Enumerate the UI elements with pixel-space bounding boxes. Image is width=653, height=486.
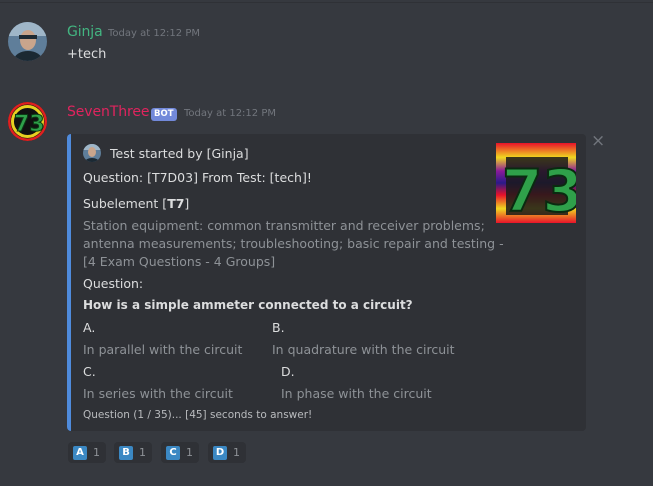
embed-author: Test started by [Ginja] bbox=[110, 146, 249, 161]
username[interactable]: SevenThree bbox=[67, 104, 149, 120]
reaction-c[interactable]: C 1 bbox=[161, 442, 199, 463]
description-line: Station equipment: common transmitter an… bbox=[83, 218, 485, 233]
regional-indicator-b-icon: B bbox=[119, 445, 133, 460]
description-line: [4 Exam Questions - 4 Groups] bbox=[83, 254, 276, 269]
reaction-count: 1 bbox=[233, 446, 240, 459]
top-divider bbox=[0, 2, 653, 3]
reaction-a[interactable]: A 1 bbox=[68, 442, 106, 463]
answer-letter-a: A. bbox=[83, 320, 96, 335]
subelement-close: ] bbox=[184, 196, 190, 211]
question-text: How is a simple ammeter connected to a c… bbox=[83, 298, 413, 312]
answer-text-c: In series with the circuit bbox=[83, 386, 233, 401]
question-label: Question: bbox=[83, 276, 144, 291]
reaction-count: 1 bbox=[139, 446, 146, 459]
bot-badge: BOT bbox=[151, 108, 177, 121]
reaction-count: 1 bbox=[186, 446, 193, 459]
username[interactable]: Ginja bbox=[67, 24, 103, 40]
answer-letter-c: C. bbox=[83, 364, 96, 379]
avatar[interactable] bbox=[8, 22, 47, 61]
subelement-label: Subelement [ bbox=[83, 196, 168, 211]
timestamp: Today at 12:12 PM bbox=[108, 28, 200, 39]
subelement-code: T7 bbox=[167, 196, 185, 211]
regional-indicator-c-icon: C bbox=[166, 445, 180, 460]
reaction-count: 1 bbox=[93, 446, 100, 459]
answer-text-b: In quadrature with the circuit bbox=[272, 342, 455, 357]
bot-avatar[interactable]: 73 bbox=[8, 102, 47, 141]
answer-letter-b: B. bbox=[272, 320, 285, 335]
answer-letter-d: D. bbox=[281, 364, 295, 379]
svg-text:73: 73 bbox=[502, 157, 576, 223]
reaction-d[interactable]: D 1 bbox=[208, 442, 246, 463]
embed-footer: Question (1 / 35)... [45] seconds to ans… bbox=[83, 409, 313, 421]
timestamp: Today at 12:12 PM bbox=[184, 108, 276, 119]
embed-thumbnail: 73 bbox=[496, 143, 576, 223]
embed-title: Question: [T7D03] From Test: [tech]! bbox=[83, 170, 312, 185]
answer-text-a: In parallel with the circuit bbox=[83, 342, 243, 357]
subelement-line: Subelement [T7] bbox=[83, 196, 189, 211]
embed-author-icon bbox=[83, 144, 101, 162]
close-icon[interactable]: × bbox=[591, 133, 605, 150]
regional-indicator-d-icon: D bbox=[213, 445, 227, 460]
regional-indicator-a-icon: A bbox=[73, 445, 87, 460]
svg-text:73: 73 bbox=[14, 112, 45, 137]
reaction-b[interactable]: B 1 bbox=[114, 442, 152, 463]
message-text: +tech bbox=[67, 47, 107, 62]
answer-text-d: In phase with the circuit bbox=[281, 386, 432, 401]
description-line: antenna measurements; troubleshooting; b… bbox=[83, 236, 504, 251]
